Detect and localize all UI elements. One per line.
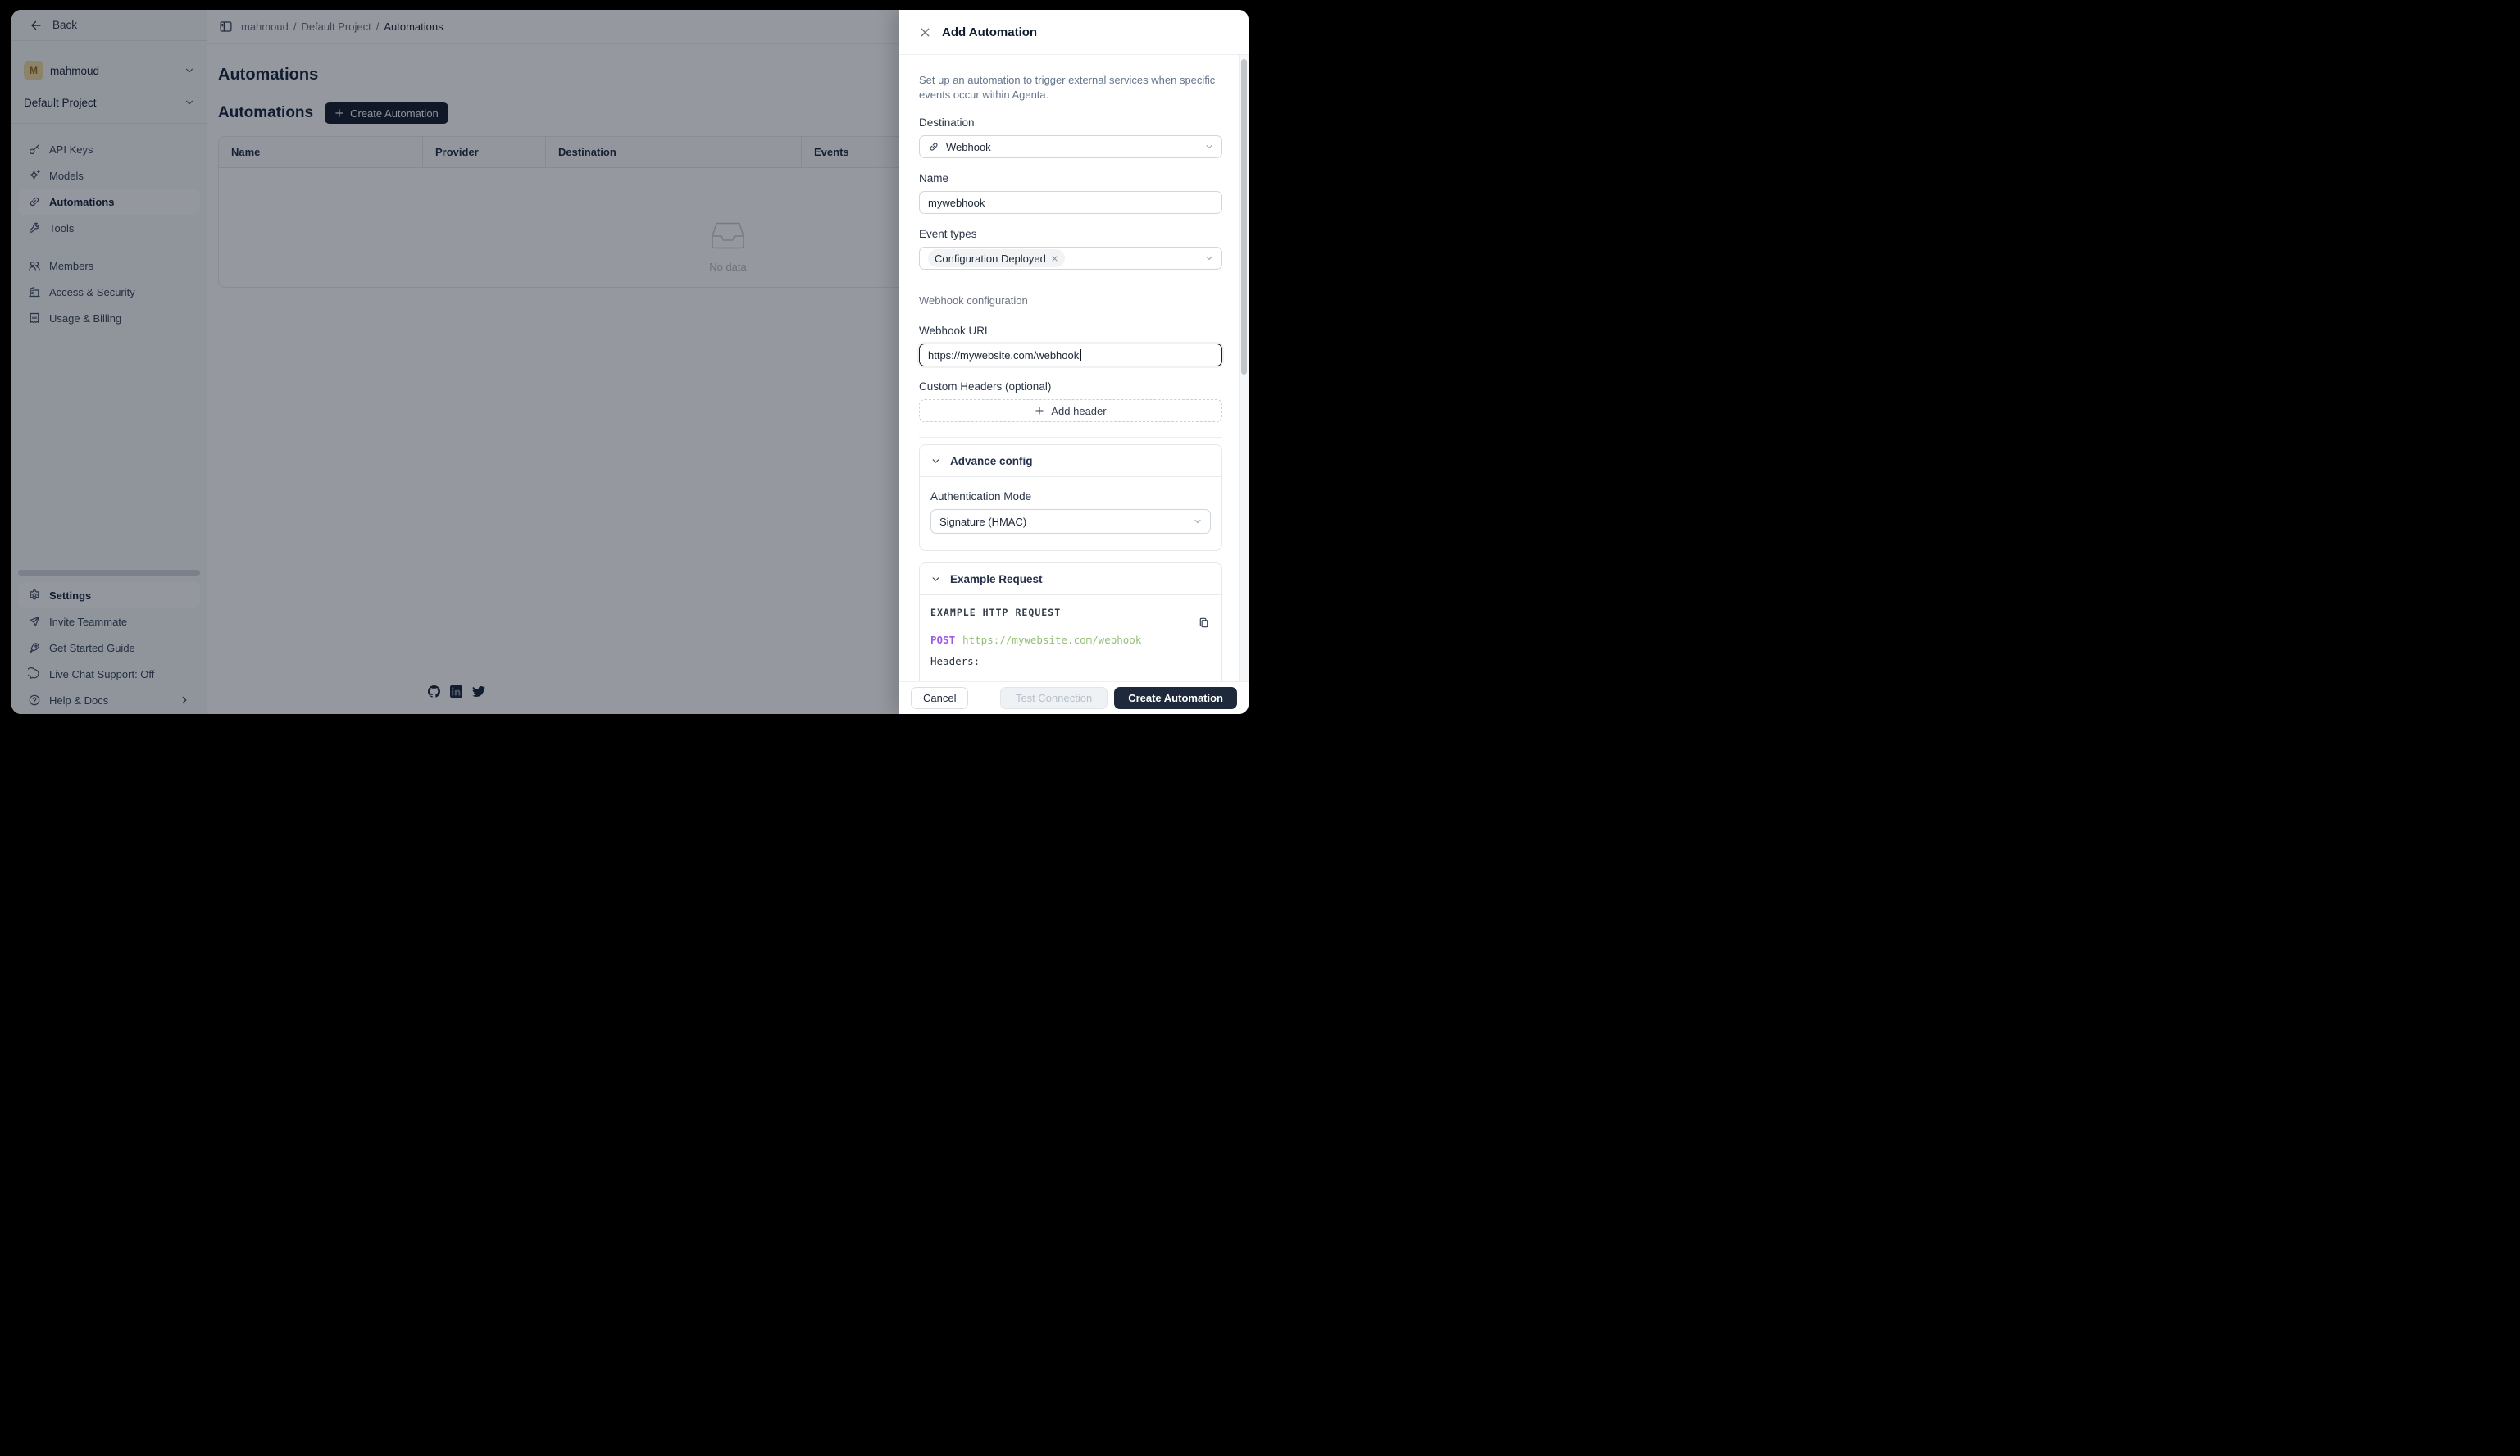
drawer-body: Set up an automation to trigger external… xyxy=(899,55,1249,681)
close-icon[interactable] xyxy=(919,26,931,39)
advance-config-body: Authentication Mode Signature (HMAC) xyxy=(920,476,1221,550)
request-url: https://mywebsite.com/webhook xyxy=(962,634,1141,646)
chevron-down-icon xyxy=(930,574,941,585)
advance-config-header[interactable]: Advance config xyxy=(920,445,1221,476)
drawer-description: Set up an automation to trigger external… xyxy=(919,73,1224,102)
event-type-tag-label: Configuration Deployed xyxy=(935,253,1046,265)
create-automation-submit-button[interactable]: Create Automation xyxy=(1114,687,1237,709)
link-icon xyxy=(928,141,939,152)
code-request-line: POST https://mywebsite.com/webhook xyxy=(930,634,1211,646)
auth-mode-label: Authentication Mode xyxy=(930,490,1211,503)
chevron-down-icon xyxy=(930,456,941,466)
webhook-url-value: https://mywebsite.com/webhook xyxy=(928,349,1079,362)
plus-icon xyxy=(1035,406,1044,416)
custom-headers-label: Custom Headers (optional) xyxy=(919,380,1222,393)
copy-icon[interactable] xyxy=(1198,617,1210,629)
advance-config-panel: Advance config Authentication Mode Signa… xyxy=(919,444,1222,551)
http-method: POST xyxy=(930,634,955,646)
webhook-url-label: Webhook URL xyxy=(919,325,1222,337)
add-header-button[interactable]: Add header xyxy=(919,399,1222,422)
drawer-header: Add Automation xyxy=(899,10,1249,55)
example-request-panel: Example Request EXAMPLE HTTP REQUEST POS… xyxy=(919,562,1222,681)
event-types-select[interactable]: Configuration Deployed xyxy=(919,247,1222,270)
destination-value: Webhook xyxy=(946,141,991,153)
drawer-scrollbar[interactable] xyxy=(1239,55,1249,681)
name-value: mywebhook xyxy=(928,197,985,209)
auth-mode-value: Signature (HMAC) xyxy=(939,516,1026,528)
name-label: Name xyxy=(919,172,1222,184)
chevron-down-icon xyxy=(1193,516,1203,526)
add-header-label: Add header xyxy=(1051,405,1106,417)
scrollbar-thumb[interactable] xyxy=(1241,59,1247,375)
advance-config-title: Advance config xyxy=(950,455,1033,467)
chevron-down-icon xyxy=(1204,142,1214,152)
example-request-header[interactable]: Example Request xyxy=(920,563,1221,594)
example-request-title: Example Request xyxy=(950,573,1043,585)
destination-label: Destination xyxy=(919,116,1222,129)
add-automation-drawer: Add Automation Set up an automation to t… xyxy=(899,10,1249,714)
code-headers-line: Headers: xyxy=(930,655,1211,667)
event-types-label: Event types xyxy=(919,228,1222,240)
drawer-footer: Cancel Test Connection Create Automation xyxy=(899,681,1249,714)
divider xyxy=(919,437,1222,438)
webhook-configuration-label: Webhook configuration xyxy=(919,294,1222,307)
tag-remove-icon[interactable] xyxy=(1051,255,1058,262)
test-connection-button[interactable]: Test Connection xyxy=(1000,687,1108,709)
auth-mode-select[interactable]: Signature (HMAC) xyxy=(930,509,1211,534)
code-caption: EXAMPLE HTTP REQUEST xyxy=(930,607,1211,618)
chevron-down-icon xyxy=(1204,253,1214,263)
cancel-button[interactable]: Cancel xyxy=(911,687,968,709)
drawer-title: Add Automation xyxy=(942,25,1037,39)
event-type-tag: Configuration Deployed xyxy=(928,249,1065,267)
destination-select[interactable]: Webhook xyxy=(919,135,1222,158)
name-input[interactable]: mywebhook xyxy=(919,191,1222,214)
webhook-url-input[interactable]: https://mywebsite.com/webhook xyxy=(919,344,1222,366)
text-caret xyxy=(1080,349,1081,361)
example-request-body: EXAMPLE HTTP REQUEST POST https://mywebsi… xyxy=(920,594,1221,681)
app-window: Back M mahmoud Default Project API Keys … xyxy=(11,10,1249,714)
